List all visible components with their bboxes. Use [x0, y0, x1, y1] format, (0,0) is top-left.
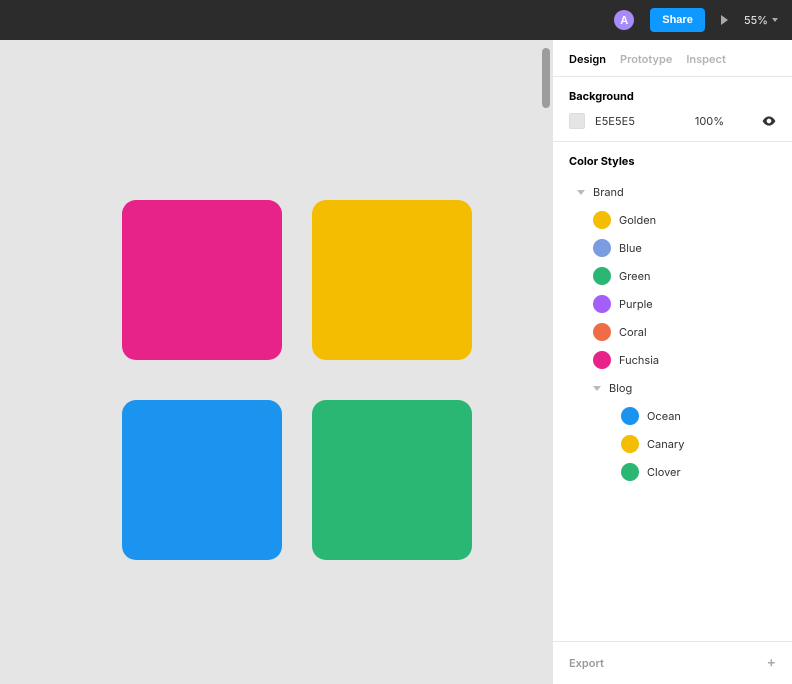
color-style-clover[interactable]: Clover [569, 458, 790, 486]
eye-icon[interactable] [762, 116, 776, 126]
color-style-coral[interactable]: Coral [569, 318, 790, 346]
background-section: Background E5E5E5 100% [553, 77, 792, 142]
swatch-blue [593, 239, 611, 257]
chevron-down-icon [593, 386, 601, 391]
plus-icon[interactable]: + [767, 656, 776, 670]
brand-folder[interactable]: Brand [569, 178, 790, 206]
background-alpha: 100% [695, 114, 724, 128]
shape-clover[interactable] [312, 400, 472, 560]
background-hex: E5E5E5 [595, 114, 635, 128]
main: Design Prototype Inspect Background E5E5… [0, 40, 792, 684]
tab-design[interactable]: Design [569, 52, 606, 66]
zoom-label: 55% [744, 13, 768, 27]
swatch-fuchsia [593, 351, 611, 369]
tab-prototype[interactable]: Prototype [620, 52, 672, 66]
background-title: Background [569, 89, 776, 103]
color-style-canary[interactable]: Canary [569, 430, 790, 458]
panel-tabs: Design Prototype Inspect [553, 40, 792, 77]
chevron-down-icon [772, 18, 778, 22]
blog-label: Blog [609, 381, 632, 395]
color-style-blue[interactable]: Blue [569, 234, 790, 262]
swatch-coral [593, 323, 611, 341]
share-button[interactable]: Share [650, 8, 705, 32]
color-label: Canary [647, 437, 684, 451]
shape-fuchsia[interactable] [122, 200, 282, 360]
background-swatch[interactable] [569, 113, 585, 129]
color-label: Golden [619, 213, 656, 227]
export-label: Export [569, 656, 604, 670]
color-styles-title: Color Styles [569, 154, 790, 168]
canvas[interactable] [0, 40, 552, 684]
color-style-purple[interactable]: Purple [569, 290, 790, 318]
zoom-control[interactable]: 55% [744, 13, 778, 27]
blog-folder[interactable]: Blog [569, 374, 790, 402]
color-style-green[interactable]: Green [569, 262, 790, 290]
swatch-green [593, 267, 611, 285]
avatar[interactable]: A [614, 10, 634, 30]
export-section[interactable]: Export + [553, 642, 792, 684]
color-style-fuchsia[interactable]: Fuchsia [569, 346, 790, 374]
chevron-down-icon [577, 190, 585, 195]
color-style-ocean[interactable]: Ocean [569, 402, 790, 430]
topbar: A Share 55% [0, 0, 792, 40]
canvas-inner [0, 40, 552, 684]
brand-label: Brand [593, 185, 624, 199]
background-row[interactable]: E5E5E5 100% [569, 113, 776, 129]
color-label: Fuchsia [619, 353, 659, 367]
shape-ocean[interactable] [122, 400, 282, 560]
swatch-canary [621, 435, 639, 453]
shape-canary[interactable] [312, 200, 472, 360]
color-style-golden[interactable]: Golden [569, 206, 790, 234]
swatch-purple [593, 295, 611, 313]
swatch-clover [621, 463, 639, 481]
play-icon[interactable] [721, 15, 728, 25]
color-label: Green [619, 269, 651, 283]
color-label: Clover [647, 465, 681, 479]
color-label: Ocean [647, 409, 681, 423]
color-label: Coral [619, 325, 647, 339]
swatch-ocean [621, 407, 639, 425]
swatch-golden [593, 211, 611, 229]
right-panel: Design Prototype Inspect Background E5E5… [552, 40, 792, 684]
color-label: Blue [619, 241, 642, 255]
color-label: Purple [619, 297, 653, 311]
scrollbar-thumb[interactable] [542, 48, 550, 108]
tab-inspect[interactable]: Inspect [686, 52, 725, 66]
color-styles-section: Color Styles Brand Golden Blue Green Pur… [553, 142, 792, 642]
